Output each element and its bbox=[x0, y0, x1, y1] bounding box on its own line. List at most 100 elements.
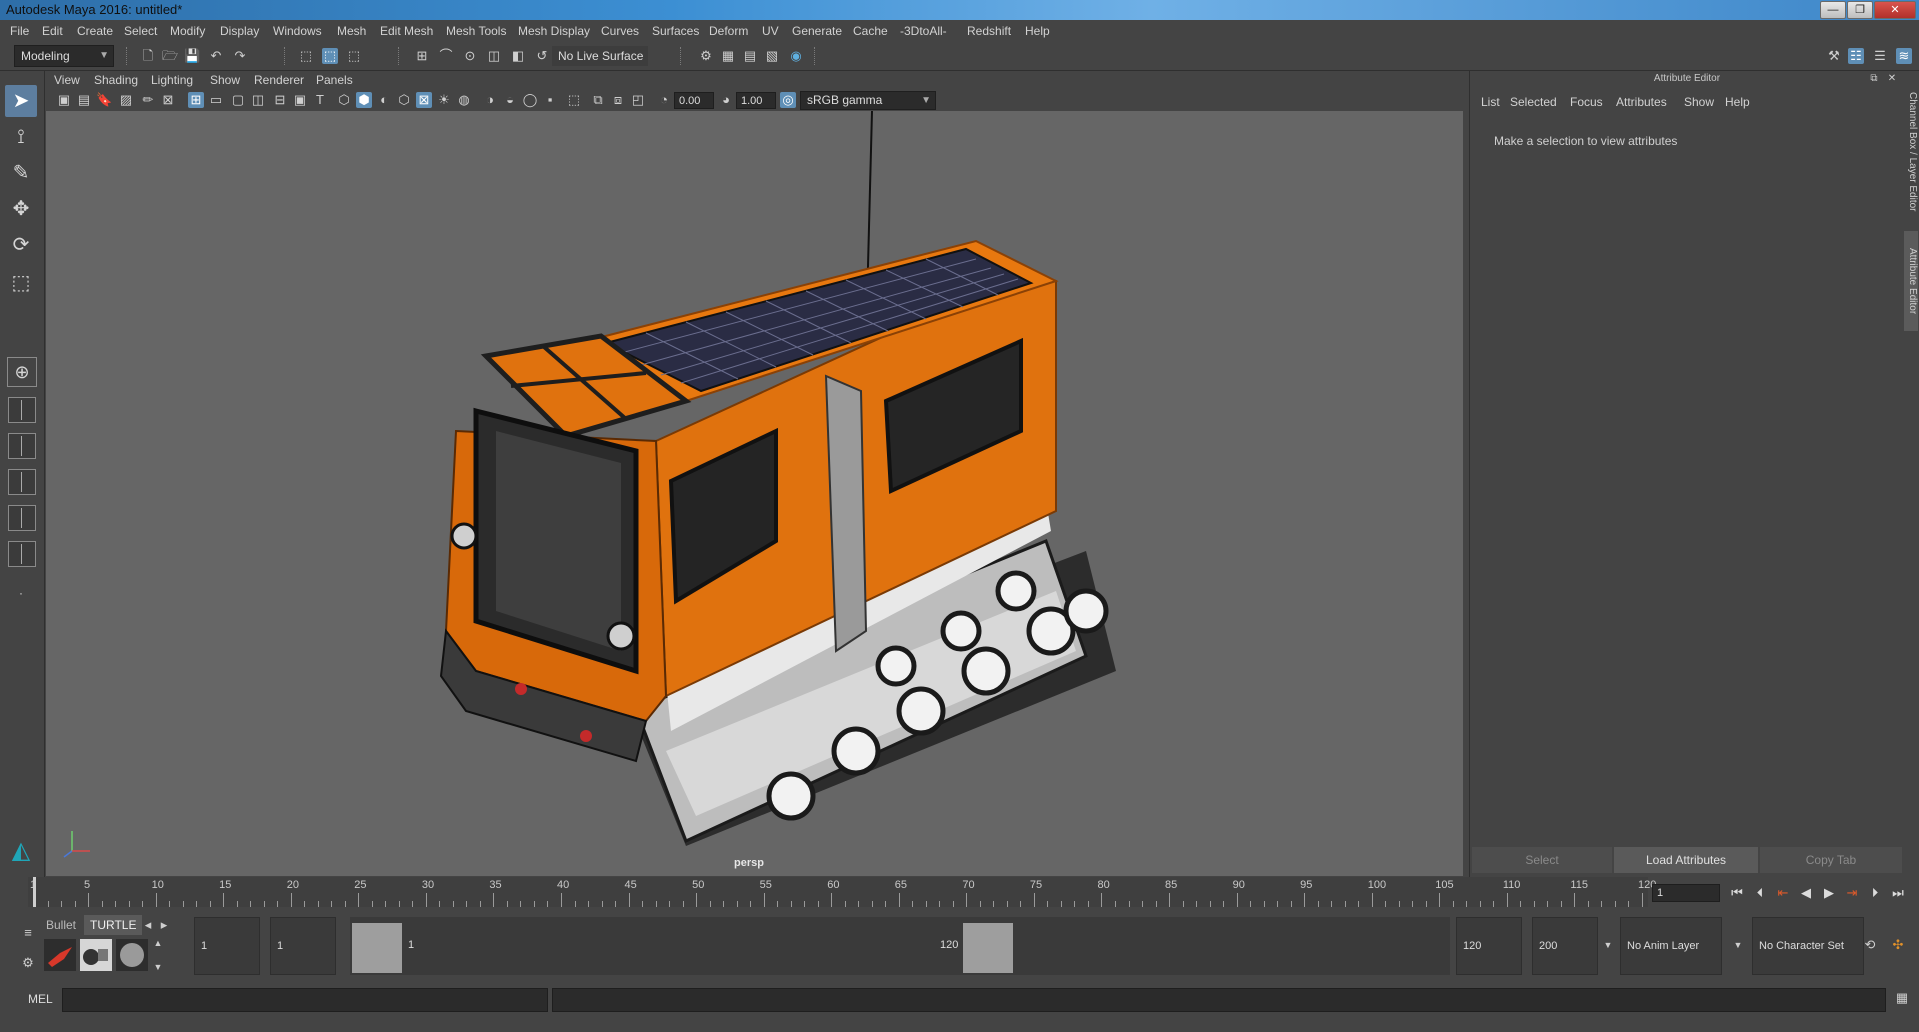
copy-tab-button[interactable]: Copy Tab bbox=[1760, 847, 1902, 873]
panel-menu-view[interactable]: View bbox=[54, 73, 80, 87]
more-layouts-icon[interactable]: · bbox=[5, 577, 37, 609]
maximize-button[interactable]: ❐ bbox=[1847, 1, 1873, 19]
panel-menu-show[interactable]: Show bbox=[210, 73, 240, 87]
image-plane-icon[interactable]: ▨ bbox=[118, 92, 134, 108]
menu-select[interactable]: Select bbox=[124, 24, 157, 38]
wireframe-icon[interactable]: ⬡ bbox=[336, 92, 352, 108]
range-start-handle[interactable] bbox=[352, 923, 402, 973]
view-transform-dropdown[interactable]: sRGB gamma ▼ bbox=[800, 91, 936, 110]
step-back-key-icon[interactable]: ⏴ bbox=[1751, 884, 1769, 902]
four-view-layout-icon[interactable] bbox=[8, 397, 36, 423]
save-scene-icon[interactable]: 💾 bbox=[184, 48, 200, 64]
channel-box-toggle-icon[interactable]: ≋ bbox=[1896, 48, 1912, 64]
menu-help[interactable]: Help bbox=[1025, 24, 1050, 38]
panel-menu-shading[interactable]: Shading bbox=[94, 73, 138, 87]
resolution-gate-icon[interactable]: ▢ bbox=[230, 92, 246, 108]
shelf-down-icon[interactable]: ▼ bbox=[150, 959, 166, 975]
safe-title-icon[interactable]: T bbox=[312, 92, 328, 108]
safe-action-icon[interactable]: ▣ bbox=[292, 92, 308, 108]
exposure-field[interactable]: 0.00 bbox=[674, 92, 714, 109]
menu-edit-mesh[interactable]: Edit Mesh bbox=[380, 24, 433, 38]
shelf-up-icon[interactable]: ▲ bbox=[150, 935, 166, 951]
camera-icon[interactable]: ▣ bbox=[56, 92, 72, 108]
film-gate-toggle-icon[interactable]: ▭ bbox=[208, 92, 224, 108]
render-frame-icon[interactable]: ▦ bbox=[720, 48, 736, 64]
menu-surfaces[interactable]: Surfaces bbox=[652, 24, 699, 38]
new-scene-icon[interactable]: 🗋 bbox=[140, 48, 156, 64]
snap-grid-icon[interactable]: ⊞ bbox=[414, 48, 430, 64]
graph-layout-icon[interactable] bbox=[8, 505, 36, 531]
attribute-menu-selected[interactable]: Selected bbox=[1510, 95, 1557, 109]
live-surface-field[interactable]: No Live Surface bbox=[552, 46, 648, 66]
snap-view-plane-icon[interactable]: ◫ bbox=[486, 48, 502, 64]
grease-pencil-icon[interactable]: ✏ bbox=[140, 92, 156, 108]
single-perspective-layout-icon[interactable]: ⊕ bbox=[7, 357, 37, 387]
select-button[interactable]: Select bbox=[1472, 847, 1612, 873]
playback-end-field[interactable]: 120 bbox=[1456, 917, 1522, 975]
gate-mask-icon[interactable]: ◫ bbox=[250, 92, 266, 108]
render-settings-icon[interactable]: ⚙ bbox=[698, 48, 714, 64]
move-tool-icon[interactable]: ✥ bbox=[5, 193, 37, 225]
command-language-label[interactable]: MEL bbox=[28, 992, 53, 1006]
close-panel-icon[interactable]: ✕ bbox=[1884, 71, 1900, 87]
character-set-field[interactable]: No Character Set bbox=[1752, 917, 1864, 975]
attribute-menu-focus[interactable]: Focus bbox=[1570, 95, 1603, 109]
screen-space-ao-icon[interactable]: ◑ bbox=[482, 92, 498, 108]
turtle-render-icon[interactable] bbox=[44, 939, 76, 971]
menu-uv[interactable]: UV bbox=[762, 24, 779, 38]
redo-icon[interactable]: ↷ bbox=[232, 48, 248, 64]
depth-of-field-icon[interactable]: ▪ bbox=[542, 92, 558, 108]
gamma-icon[interactable]: ◕ bbox=[718, 92, 734, 108]
bookmark-icon[interactable]: 🔖 bbox=[96, 92, 112, 108]
shelf-tab-bullet[interactable]: Bullet bbox=[40, 915, 82, 935]
select-component-icon[interactable]: ⬚ bbox=[346, 48, 362, 64]
scale-tool-icon[interactable]: ⬚ bbox=[5, 267, 37, 299]
shadows-icon[interactable]: ◍ bbox=[456, 92, 472, 108]
panel-menu-lighting[interactable]: Lighting bbox=[151, 73, 193, 87]
go-to-end-icon[interactable]: ⏭ bbox=[1889, 884, 1907, 902]
smooth-shade-icon[interactable]: ⬢ bbox=[356, 92, 372, 108]
snap-point-icon[interactable]: ⊙ bbox=[462, 48, 478, 64]
anim-layer-field[interactable]: No Anim Layer bbox=[1620, 917, 1722, 975]
menu-create[interactable]: Create bbox=[77, 24, 113, 38]
attribute-menu-attributes[interactable]: Attributes bbox=[1616, 95, 1667, 109]
time-ruler[interactable]: 1510152025303540455055606570758085909510… bbox=[28, 877, 1656, 907]
step-back-frame-icon[interactable]: ⇤ bbox=[1774, 884, 1792, 902]
shelf-tab-turtle[interactable]: TURTLE bbox=[84, 915, 143, 935]
perspective-viewport[interactable]: persp bbox=[46, 111, 1463, 876]
menu-windows[interactable]: Windows bbox=[273, 24, 322, 38]
anti-aliasing-icon[interactable]: ◯ bbox=[522, 92, 538, 108]
menu-mesh-tools[interactable]: Mesh Tools bbox=[446, 24, 506, 38]
motion-blur-icon[interactable]: ◒ bbox=[502, 92, 518, 108]
select-hierarchy-icon[interactable]: ⬚ bbox=[298, 48, 314, 64]
isolate-select-icon[interactable]: ⬚ bbox=[566, 92, 582, 108]
camera-attributes-icon[interactable]: ▤ bbox=[76, 92, 92, 108]
command-input[interactable] bbox=[62, 988, 548, 1012]
float-panel-icon[interactable]: ⧉ bbox=[1866, 71, 1882, 87]
render-view-icon[interactable]: ▧ bbox=[764, 48, 780, 64]
xray-components-icon[interactable]: ◰ bbox=[630, 92, 646, 108]
turtle-bake-icon[interactable] bbox=[80, 939, 112, 971]
close-button[interactable]: ✕ bbox=[1874, 1, 1916, 19]
select-object-icon[interactable]: ⬚ bbox=[322, 48, 338, 64]
paint-select-tool-icon[interactable]: ✎ bbox=[5, 157, 37, 189]
step-forward-key-icon[interactable]: ⏵ bbox=[1866, 884, 1884, 902]
range-end-handle[interactable] bbox=[963, 923, 1013, 973]
snap-curve-icon[interactable]: ⌒ bbox=[438, 48, 454, 64]
current-frame-marker[interactable] bbox=[33, 877, 36, 907]
play-forward-icon[interactable]: ▶ bbox=[1820, 884, 1838, 902]
exposure-icon[interactable]: ◔ bbox=[656, 92, 672, 108]
tool-settings-icon[interactable]: ☰ bbox=[1872, 48, 1888, 64]
modeling-toolkit-icon[interactable]: ⚒ bbox=[1826, 48, 1842, 64]
two-view-layout-icon[interactable] bbox=[8, 433, 36, 459]
current-frame-field[interactable]: 1 bbox=[1652, 884, 1720, 902]
panel-menu-panels[interactable]: Panels bbox=[316, 73, 353, 87]
step-forward-frame-icon[interactable]: ⇥ bbox=[1843, 884, 1861, 902]
use-all-lights-icon[interactable]: ☀ bbox=[436, 92, 452, 108]
color-management-icon[interactable]: ◎ bbox=[780, 92, 796, 108]
xray-joints-icon[interactable]: ⧈ bbox=[610, 92, 626, 108]
hypershade-icon[interactable]: ◉ bbox=[788, 48, 804, 64]
film-gate-icon[interactable]: ⊠ bbox=[160, 92, 176, 108]
menu-mesh-display[interactable]: Mesh Display bbox=[518, 24, 590, 38]
play-backward-icon[interactable]: ◀ bbox=[1797, 884, 1815, 902]
